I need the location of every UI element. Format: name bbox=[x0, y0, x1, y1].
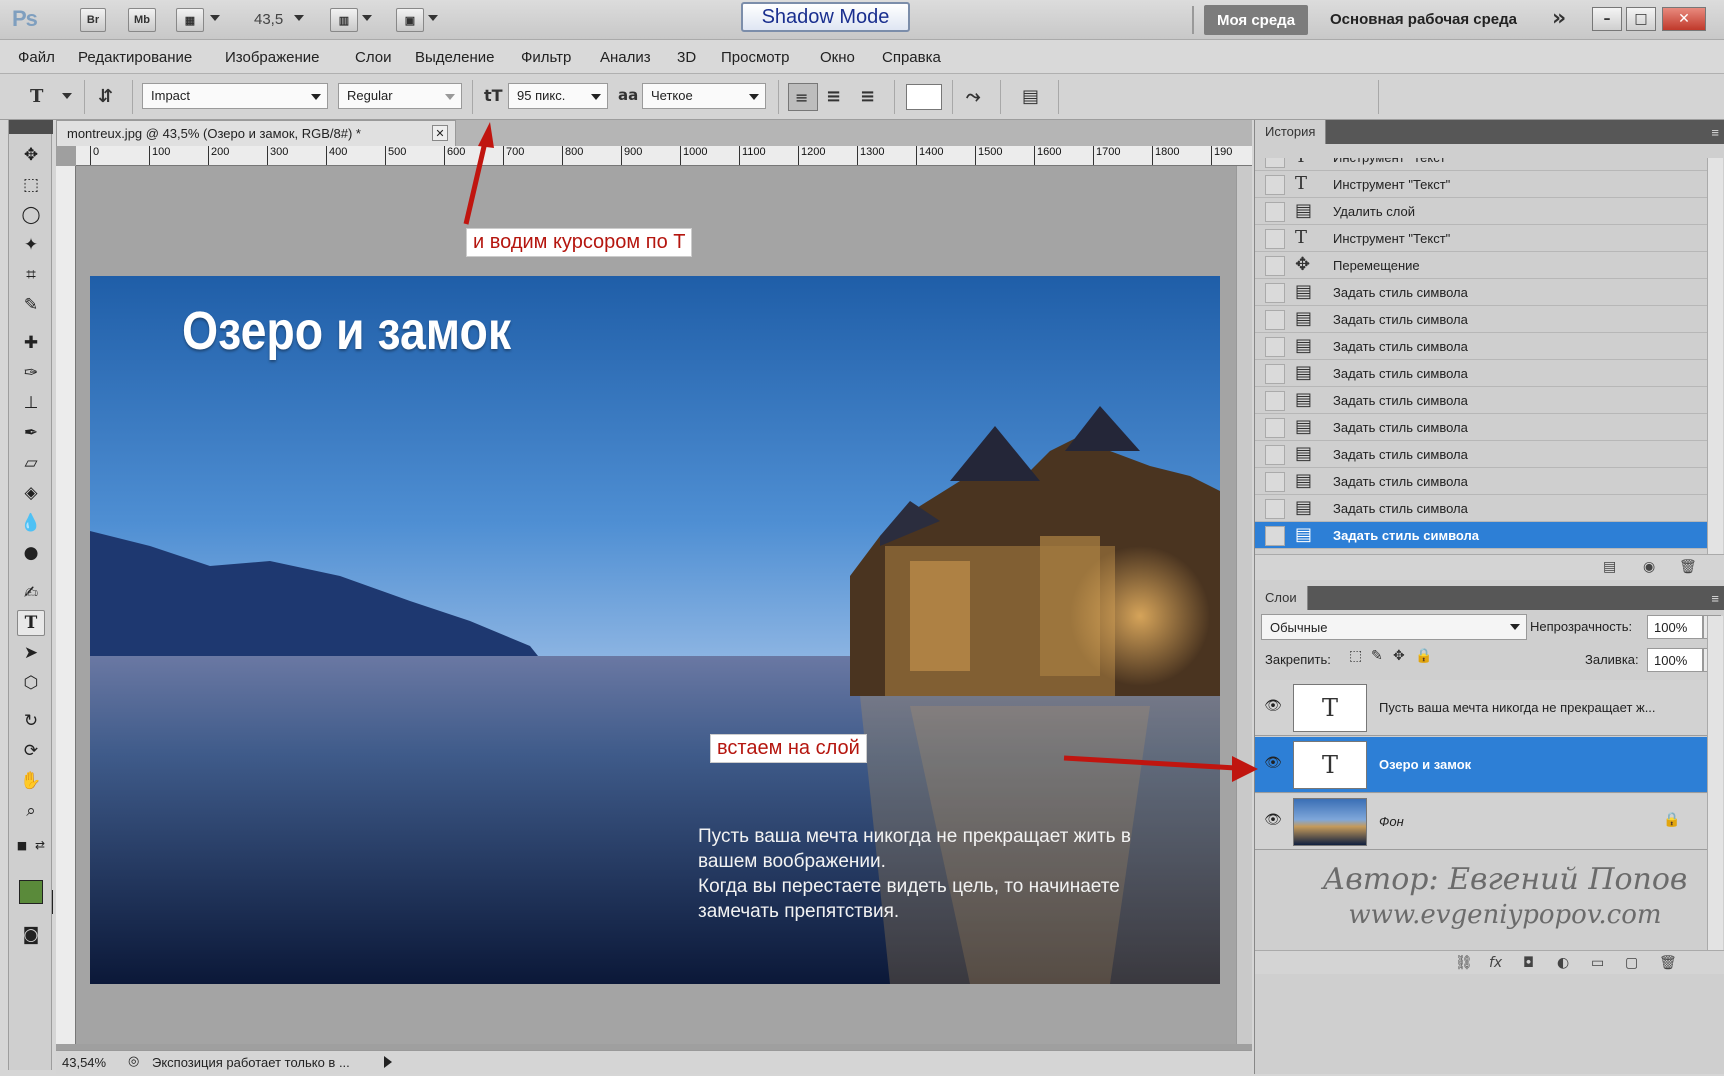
arrow-to-font-size bbox=[463, 137, 489, 225]
annotation-cursor-hint: и водим курсором по Т bbox=[466, 228, 693, 257]
annotation-arrows bbox=[463, 122, 1258, 782]
arrowhead bbox=[478, 122, 494, 148]
arrowhead bbox=[1232, 756, 1258, 782]
arrow-to-layer bbox=[1063, 755, 1237, 771]
annotation-layer-hint: встаем на слой bbox=[710, 734, 867, 763]
